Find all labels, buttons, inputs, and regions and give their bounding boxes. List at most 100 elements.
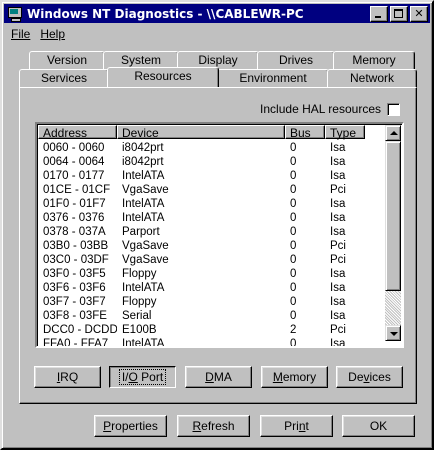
- tab-resources[interactable]: Resources: [107, 67, 219, 87]
- type-cell: Pci: [330, 240, 346, 252]
- memory-label: Memory: [272, 370, 317, 384]
- arrow-down-icon: [390, 332, 398, 336]
- address-cell: 0060 - 0060: [43, 142, 105, 154]
- bus-cell: 0: [290, 198, 297, 210]
- bus-cell: 0: [290, 310, 297, 322]
- vertical-scrollbar[interactable]: [385, 125, 401, 341]
- table-row[interactable]: 01F0 - 01F7 IntelATA 0 Isa: [38, 197, 365, 211]
- table-row[interactable]: DCC0 - DCDD E100B 2 Pci: [38, 323, 365, 337]
- table-row[interactable]: 0064 - 0064 i8042prt 0 Isa: [38, 155, 365, 169]
- scroll-down-button[interactable]: [385, 325, 401, 341]
- bus-cell: 0: [290, 254, 297, 266]
- tab-drives[interactable]: Drives: [257, 51, 335, 69]
- bus-cell: 0: [290, 282, 297, 294]
- ok-button[interactable]: OK: [342, 415, 415, 437]
- close-icon: ✕: [414, 7, 424, 20]
- table-row[interactable]: 01CE - 01CF VgaSave 0 Pci: [38, 183, 365, 197]
- device-cell: IntelATA: [122, 170, 165, 182]
- address-cell: 01CE - 01CF: [43, 184, 111, 196]
- hal-checkbox[interactable]: [387, 102, 400, 116]
- irq-button[interactable]: IRQ: [34, 366, 101, 388]
- table-row[interactable]: 03F6 - 03F6 IntelATA 0 Isa: [38, 281, 365, 295]
- table-row[interactable]: 0060 - 0060 i8042prt 0 Isa: [38, 141, 365, 155]
- devices-button[interactable]: Devices: [336, 366, 403, 388]
- hal-checkbox-row[interactable]: Include HAL resources: [260, 102, 400, 116]
- address-cell: FFA0 - FFA7: [43, 338, 109, 348]
- menu-help-label: Help: [40, 26, 66, 41]
- device-cell: Parport: [122, 226, 160, 238]
- menu-file-label: File: [11, 26, 31, 41]
- refresh-button[interactable]: Refresh: [177, 415, 250, 437]
- device-cell: E100B: [122, 324, 157, 336]
- tab-services[interactable]: Services: [19, 69, 109, 87]
- title-bar[interactable]: Windows NT Diagnostics - \\CABLEWR-PC ✕: [4, 4, 430, 23]
- device-cell: Floppy: [122, 268, 157, 280]
- tab-environment[interactable]: Environment: [217, 69, 329, 87]
- type-cell: Isa: [330, 212, 346, 224]
- device-cell: i8042prt: [122, 142, 164, 154]
- device-cell: VgaSave: [122, 184, 169, 196]
- dma-button[interactable]: DMA: [185, 366, 252, 388]
- menu-help[interactable]: Help: [35, 27, 70, 41]
- tab-memory[interactable]: Memory: [333, 51, 415, 69]
- minimize-button[interactable]: [370, 6, 388, 22]
- device-cell: VgaSave: [122, 240, 169, 252]
- ok-label: OK: [369, 419, 388, 433]
- tab-version[interactable]: Version: [29, 51, 105, 69]
- type-cell: Isa: [330, 338, 346, 348]
- properties-label: Properties: [103, 419, 158, 433]
- close-button[interactable]: ✕: [410, 6, 428, 22]
- address-cell: 0170 - 0177: [43, 170, 105, 182]
- column-device[interactable]: Device: [117, 125, 285, 140]
- table-row[interactable]: 03F0 - 03F5 Floppy 0 Isa: [38, 267, 365, 281]
- address-cell: 0064 - 0064: [43, 156, 105, 168]
- type-cell: Pci: [330, 254, 346, 266]
- table-row[interactable]: 03C0 - 03DF VgaSave 0 Pci: [38, 253, 365, 267]
- list-rows: 0060 - 0060 i8042prt 0 Isa 0064 - 0064 i8042p…: [38, 141, 365, 348]
- io-port-label: I/O Port: [118, 369, 167, 385]
- properties-button[interactable]: Properties: [94, 415, 167, 437]
- menu-file[interactable]: File: [6, 27, 35, 41]
- device-cell: IntelATA: [122, 198, 165, 210]
- address-cell: 0378 - 037A: [43, 226, 106, 238]
- table-row[interactable]: 03F7 - 03F7 Floppy 0 Isa: [38, 295, 365, 309]
- type-cell: Isa: [330, 268, 346, 280]
- column-address[interactable]: Address: [38, 125, 117, 140]
- io-port-button[interactable]: I/O Port: [109, 366, 176, 388]
- computer-icon: [7, 6, 23, 22]
- type-cell: Pci: [330, 324, 346, 336]
- table-row[interactable]: 03B0 - 03BB VgaSave 0 Pci: [38, 239, 365, 253]
- maximize-button[interactable]: [390, 6, 408, 22]
- device-cell: IntelATA: [122, 212, 165, 224]
- bus-cell: 0: [290, 184, 297, 196]
- scroll-thumb[interactable]: [385, 141, 401, 291]
- table-row[interactable]: 0376 - 0376 IntelATA 0 Isa: [38, 211, 365, 225]
- device-cell: IntelATA: [122, 338, 165, 348]
- bus-cell: 0: [290, 338, 297, 348]
- address-cell: 03F0 - 03F5: [43, 268, 106, 280]
- irq-label: IRQ: [56, 370, 79, 384]
- window-title: Windows NT Diagnostics - \\CABLEWR-PC: [27, 6, 304, 21]
- address-cell: 01F0 - 01F7: [43, 198, 106, 210]
- bus-cell: 0: [290, 170, 297, 182]
- arrow-up-icon: [390, 131, 398, 135]
- table-row[interactable]: 0378 - 037A Parport 0 Isa: [38, 225, 365, 239]
- tab-network[interactable]: Network: [327, 69, 417, 87]
- print-button[interactable]: Print: [260, 415, 333, 437]
- device-cell: Serial: [122, 310, 152, 322]
- column-type[interactable]: Type: [325, 125, 365, 140]
- dma-label: DMA: [205, 370, 232, 384]
- print-label: Print: [284, 419, 309, 433]
- column-bus[interactable]: Bus: [285, 125, 325, 140]
- type-cell: Isa: [330, 282, 346, 294]
- address-cell: 03F6 - 03F6: [43, 282, 106, 294]
- scroll-up-button[interactable]: [385, 125, 401, 141]
- resource-list[interactable]: Address Device Bus Type 0060 - 0060 i8042…: [35, 122, 404, 348]
- address-cell: 03C0 - 03DF: [43, 254, 109, 266]
- type-cell: Isa: [330, 198, 346, 210]
- memory-button[interactable]: Memory: [261, 366, 328, 388]
- table-row[interactable]: 0170 - 0177 IntelATA 0 Isa: [38, 169, 365, 183]
- table-row[interactable]: 03F8 - 03FE Serial 0 Isa: [38, 309, 365, 323]
- table-row[interactable]: FFA0 - FFA7 IntelATA 0 Isa: [38, 337, 365, 348]
- device-cell: i8042prt: [122, 156, 164, 168]
